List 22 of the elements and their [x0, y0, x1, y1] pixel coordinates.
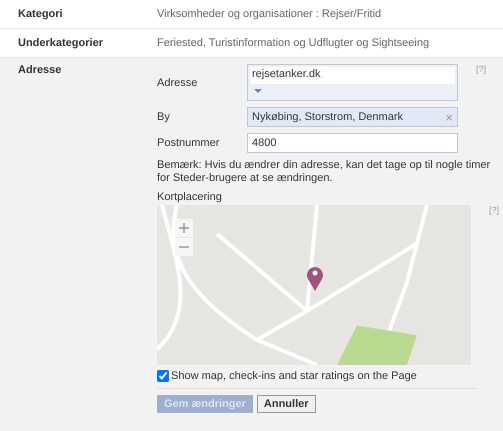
- row-label: Underkategorier: [18, 37, 104, 49]
- row-label: Kategori: [18, 8, 64, 20]
- map-pin-icon: [306, 265, 324, 291]
- form-button[interactable]: Annuller: [256, 395, 316, 413]
- field-label: Adresse: [157, 76, 198, 88]
- field-label: By: [157, 111, 171, 123]
- address-field[interactable]: rejsetanker.dk: [247, 64, 458, 101]
- row-value: Feriested, Turistinformation og Udflugter og Sightseeing: [157, 37, 430, 49]
- zoom-in-icon[interactable]: [175, 219, 193, 237]
- field-label: Postnummer: [157, 137, 220, 149]
- caret-icon[interactable]: [254, 89, 262, 93]
- section-label: Adresse: [18, 64, 62, 76]
- address-value: rejsetanker.dk: [250, 67, 455, 84]
- show-map-checkbox[interactable]: [157, 370, 169, 382]
- postcode-field[interactable]: 4800: [247, 133, 458, 153]
- map-label: Kortplacering: [157, 191, 223, 203]
- checkbox-label: Show map, check-ins and star ratings on the Page: [171, 370, 417, 382]
- map-placeholder[interactable]: [157, 205, 471, 365]
- address-note: Bemærk: Hvis du ændrer din adresse, kan det tage op til nogle timer for Steder-brugere at se ændringen.: [157, 159, 492, 185]
- zoom-out-icon[interactable]: [175, 238, 193, 256]
- city-field[interactable]: Nykøbing, Storstrom, Denmark ×: [247, 107, 458, 127]
- row-value: Virksomheder og organisationer : Rejser/Fritid: [157, 8, 382, 20]
